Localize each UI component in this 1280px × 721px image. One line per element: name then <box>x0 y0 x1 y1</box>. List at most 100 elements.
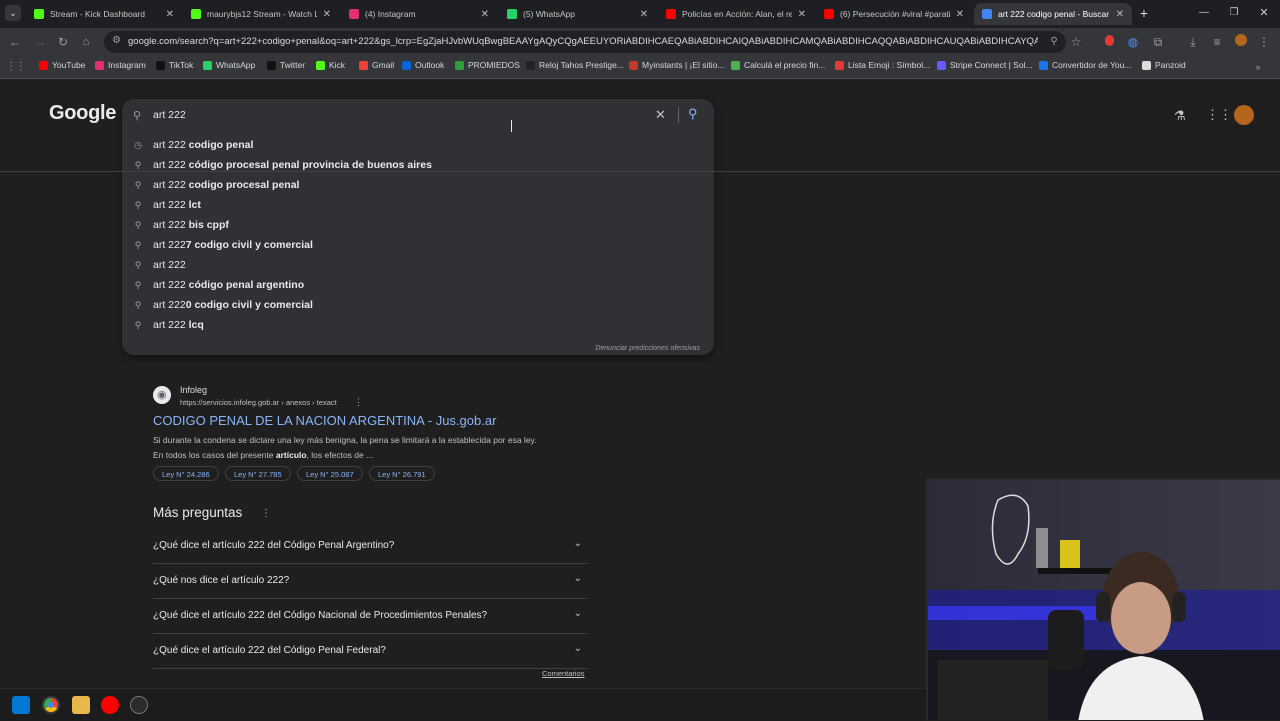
bookmark-5[interactable]: Twitter <box>267 60 305 70</box>
close-tab-icon[interactable]: ✕ <box>1116 9 1124 20</box>
suggestion-item[interactable]: ⚲ art 2227 codigo civil y comercial <box>122 235 714 255</box>
file-explorer-icon[interactable] <box>72 696 90 714</box>
result-site-name[interactable]: Infoleg <box>180 385 207 395</box>
extension-red-icon[interactable] <box>1101 34 1117 50</box>
tab-5[interactable]: Policías en Acción: Alan, el reto ✕ <box>658 3 814 25</box>
sitelink-chip[interactable]: Ley N° 24.286 <box>153 466 219 481</box>
bookmark-11[interactable]: Myinstants | ¡El sitio... <box>629 60 725 70</box>
suggestion-item[interactable]: ◷ art 222 codigo penal <box>122 135 714 155</box>
bookmark-9[interactable]: PROMIEDOS <box>455 60 520 70</box>
close-tab-icon[interactable]: ✕ <box>166 9 174 20</box>
tab-7[interactable]: art 222 codigo penal - Buscar c ✕ <box>974 3 1132 25</box>
paa-more-icon[interactable]: ⋮ <box>261 508 271 519</box>
close-tab-icon[interactable]: ✕ <box>640 9 648 20</box>
clear-search-icon[interactable]: ✕ <box>655 107 666 123</box>
youtube-taskbar-icon[interactable] <box>101 696 119 714</box>
chrome-taskbar-icon[interactable] <box>42 696 60 714</box>
paa-title: Más preguntas <box>153 505 243 520</box>
bookmark-12[interactable]: Calculá el precio fin... <box>731 60 825 70</box>
close-window-button[interactable]: ✕ <box>1256 5 1272 21</box>
close-tab-icon[interactable]: ✕ <box>798 9 806 20</box>
suggestion-item[interactable]: ⚲ art 222 código penal argentino <box>122 275 714 295</box>
search-icon: ⚲ <box>134 300 142 310</box>
sitelink-chip[interactable]: Ley N° 27.785 <box>225 466 291 481</box>
bookmark-6[interactable]: Kick <box>316 60 345 70</box>
kick-icon <box>34 9 44 19</box>
close-tab-icon[interactable]: ✕ <box>481 9 489 20</box>
extensions-icon[interactable]: ⧉ <box>1150 34 1166 50</box>
tab-search-icon[interactable]: ⌄ <box>5 5 21 21</box>
suggestion-item[interactable]: ⚲ art 222 <box>122 255 714 275</box>
search-input[interactable]: art 222 <box>153 109 186 121</box>
suggestion-item[interactable]: ⚲ art 222 lcq <box>122 315 714 335</box>
bookmark-16[interactable]: Panzoid <box>1142 60 1186 70</box>
paa-question[interactable]: ¿Qué dice el artículo 222 del Código Nac… <box>153 598 588 634</box>
suggestion-item[interactable]: ⚲ art 222 lct <box>122 195 714 215</box>
tab-title: Stream - Kick Dashboard <box>50 9 145 19</box>
infoleg-favicon: ◉ <box>153 386 171 404</box>
tab-6[interactable]: (6) Persecución #viral #parati # ✕ <box>816 3 972 25</box>
bookmark-2[interactable]: Instagram <box>95 60 146 70</box>
feedback-link[interactable]: Comentarios <box>542 669 585 678</box>
bookmark-10[interactable]: Reloj Tahos Prestige... <box>526 60 624 70</box>
labs-flask-icon[interactable]: ⚗ <box>1174 108 1186 124</box>
tab-4[interactable]: (5) WhatsApp ✕ <box>499 3 656 25</box>
youtube-icon <box>666 9 676 19</box>
bookmark-8[interactable]: Outlook <box>402 60 444 70</box>
maximize-button[interactable]: ❐ <box>1226 5 1242 21</box>
extension-audio-icon[interactable]: ◍ <box>1125 34 1141 50</box>
close-tab-icon[interactable]: ✕ <box>323 9 331 20</box>
report-predictions-link[interactable]: Denunciar predicciones ofensivas <box>595 345 700 352</box>
sitelink-chip[interactable]: Ley N° 25.087 <box>297 466 363 481</box>
bookmark-label: Instagram <box>108 60 146 70</box>
sitelink-chip[interactable]: Ley N° 26.791 <box>369 466 435 481</box>
bookmark-1[interactable]: YouTube <box>39 60 85 70</box>
paa-question[interactable]: ¿Qué dice el artículo 222 del Código Pen… <box>153 633 588 669</box>
suggestion-item[interactable]: ⚲ art 2220 codigo civil y comercial <box>122 295 714 315</box>
tab-2[interactable]: maurybjs12 Stream - Watch Liv ✕ <box>183 3 339 25</box>
bookmark-3[interactable]: TikTok <box>156 60 193 70</box>
reload-button[interactable]: ↻ <box>55 34 71 50</box>
windows-start-icon[interactable] <box>12 696 30 714</box>
result-title-link[interactable]: CODIGO PENAL DE LA NACION ARGENTINA - Ju… <box>153 413 496 428</box>
menu-icon[interactable]: ⋮ <box>1256 34 1272 50</box>
tab-1[interactable]: Stream - Kick Dashboard ✕ <box>26 3 182 25</box>
tab-3[interactable]: (4) Instagram ✕ <box>341 3 497 25</box>
more-bookmarks-icon[interactable]: » <box>1250 59 1266 75</box>
suggestion-item[interactable]: ⚲ art 222 código procesal penal provincia… <box>122 155 714 175</box>
result-more-icon[interactable]: ⋮ <box>354 397 363 408</box>
suggestion-item[interactable]: ⚲ art 222 bis cppf <box>122 215 714 235</box>
bookmark-label: WhatsApp <box>216 60 256 70</box>
paa-question[interactable]: ¿Qué nos dice el artículo 222? ⌄ <box>153 563 588 599</box>
minimize-button[interactable]: — <box>1196 5 1212 21</box>
bookmark-star-icon[interactable]: ☆ <box>1068 34 1084 50</box>
site-info-icon[interactable]: ⚙ <box>112 35 121 46</box>
search-icon: ⚲ <box>134 280 142 290</box>
google-logo[interactable]: Google <box>49 102 116 125</box>
new-tab-button[interactable]: + <box>1136 5 1152 21</box>
home-button[interactable]: ⌂ <box>78 34 94 50</box>
forward-button[interactable]: → <box>32 34 48 50</box>
omnibox[interactable]: ⚙ google.com/search?q=art+222+codigo+pen… <box>104 31 1066 53</box>
bookmark-4[interactable]: WhatsApp <box>203 60 255 70</box>
back-button[interactable]: ← <box>7 34 23 50</box>
close-tab-icon[interactable]: ✕ <box>956 9 964 20</box>
downloads-icon[interactable]: ⤓ <box>1185 34 1201 50</box>
profile-avatar-icon[interactable] <box>1233 34 1249 50</box>
paa-question-text: ¿Qué dice el artículo 222 del Código Nac… <box>153 610 488 621</box>
bookmark-14[interactable]: Stripe Connect | Sol... <box>937 60 1033 70</box>
bookmark-13[interactable]: Lista Emoji : Símbol... <box>835 60 930 70</box>
reading-list-icon[interactable]: ≡ <box>1209 34 1225 50</box>
bookmark-15[interactable]: Convertidor de You... <box>1039 60 1131 70</box>
location-icon[interactable]: ⚲ <box>1046 34 1062 50</box>
google-apps-icon[interactable]: ⋮⋮ <box>1206 107 1232 123</box>
account-avatar[interactable] <box>1234 105 1254 125</box>
apps-grid-icon[interactable]: ⋮⋮ <box>6 59 26 75</box>
bookmark-favicon-icon <box>1039 60 1048 70</box>
paa-question[interactable]: ¿Qué dice el artículo 222 del Código Pen… <box>153 528 588 564</box>
result-url[interactable]: https://servicios.infoleg.gob.ar › anexo… <box>180 398 337 407</box>
suggestion-item[interactable]: ⚲ art 222 codigo procesal penal <box>122 175 714 195</box>
search-submit-icon[interactable]: ⚲ <box>688 106 698 122</box>
app-taskbar-icon[interactable] <box>130 696 148 714</box>
bookmark-7[interactable]: Gmail <box>359 60 394 70</box>
